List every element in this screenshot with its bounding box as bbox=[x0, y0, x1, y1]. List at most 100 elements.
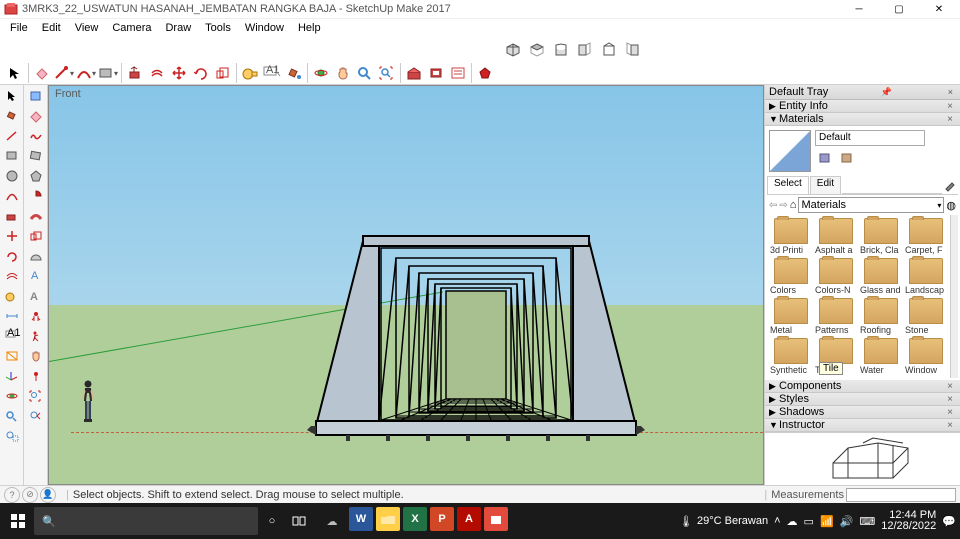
material-folder[interactable]: Colors-N bbox=[814, 257, 858, 296]
cortana-icon[interactable]: ○ bbox=[258, 507, 286, 535]
move-tool-icon[interactable] bbox=[168, 62, 190, 84]
taskbar-search[interactable]: 🔍 bbox=[34, 507, 258, 535]
view-front-icon[interactable] bbox=[550, 39, 572, 61]
text-tool-icon[interactable]: A1 bbox=[261, 62, 283, 84]
menu-window[interactable]: Window bbox=[239, 21, 290, 35]
taskbar-clock[interactable]: 12:44 PM 12/28/2022 bbox=[881, 510, 936, 532]
move2-icon[interactable] bbox=[2, 227, 22, 245]
3dtext-icon[interactable]: A bbox=[26, 287, 46, 305]
entity-info-header[interactable]: ▶Entity Info× bbox=[765, 100, 960, 113]
signin-icon[interactable]: 👤 bbox=[40, 487, 56, 503]
paint-icon[interactable] bbox=[2, 107, 22, 125]
materials-combo[interactable]: Materials▾ bbox=[798, 197, 944, 213]
orbit-tool-icon[interactable] bbox=[310, 62, 332, 84]
offset2-icon[interactable] bbox=[2, 267, 22, 285]
polygon-icon[interactable] bbox=[26, 167, 46, 185]
scale-tool-icon[interactable] bbox=[212, 62, 234, 84]
section-icon[interactable] bbox=[2, 347, 22, 365]
select-icon[interactable] bbox=[2, 87, 22, 105]
app-cloud-icon[interactable]: ☁ bbox=[318, 507, 346, 535]
details-icon[interactable]: ◍ bbox=[946, 199, 956, 212]
material-swatch[interactable] bbox=[769, 130, 811, 172]
rect-icon[interactable] bbox=[2, 147, 22, 165]
shadows-header[interactable]: ▶Shadows× bbox=[765, 406, 960, 419]
zoom-extents-icon[interactable] bbox=[376, 62, 398, 84]
panel-close-icon[interactable]: × bbox=[944, 101, 956, 112]
nav-fwd-icon[interactable]: ⇨ bbox=[779, 200, 787, 211]
sample-paint-icon[interactable] bbox=[942, 176, 958, 194]
tray-header[interactable]: Default Tray 📌 × bbox=[765, 85, 960, 100]
followme-icon[interactable] bbox=[26, 207, 46, 225]
zoom2-icon[interactable] bbox=[2, 407, 22, 425]
menu-file[interactable]: File bbox=[4, 21, 34, 35]
view-left-icon[interactable] bbox=[622, 39, 644, 61]
tape-tool-icon[interactable] bbox=[239, 62, 261, 84]
eraser-tool-icon[interactable] bbox=[31, 62, 53, 84]
app-sketchup-icon[interactable] bbox=[484, 507, 508, 531]
text2-icon[interactable]: A1 bbox=[2, 327, 22, 345]
material-folder[interactable]: Asphalt a bbox=[814, 217, 858, 256]
dim-icon[interactable] bbox=[2, 307, 22, 325]
orbit2-icon[interactable] bbox=[2, 387, 22, 405]
material-name-field[interactable]: Default bbox=[815, 130, 925, 146]
material-folder[interactable]: Carpet, F bbox=[904, 217, 948, 256]
scale2-icon[interactable] bbox=[26, 227, 46, 245]
default-material-icon[interactable] bbox=[837, 149, 857, 167]
create-material-icon[interactable] bbox=[815, 149, 835, 167]
menu-edit[interactable]: Edit bbox=[36, 21, 67, 35]
viewport[interactable]: Front bbox=[48, 85, 764, 485]
close-button[interactable]: ✕ bbox=[926, 1, 952, 17]
tray-chevron-icon[interactable]: ˄ bbox=[774, 515, 780, 527]
material-folder[interactable]: Stone bbox=[904, 297, 948, 336]
offset-tool-icon[interactable] bbox=[146, 62, 168, 84]
material-folder[interactable]: Roofing bbox=[859, 297, 903, 336]
materials-header[interactable]: ▼Materials× bbox=[765, 113, 960, 126]
material-folder[interactable]: Synthetic bbox=[769, 337, 813, 376]
warehouse-icon[interactable] bbox=[403, 62, 425, 84]
material-folder[interactable]: Metal bbox=[769, 297, 813, 336]
rotate2-icon[interactable] bbox=[2, 247, 22, 265]
material-folder[interactable]: Patterns bbox=[814, 297, 858, 336]
scrollbar[interactable] bbox=[950, 215, 958, 378]
wifi-icon[interactable]: 📶 bbox=[820, 515, 834, 528]
component-icon[interactable] bbox=[26, 87, 46, 105]
material-folder[interactable]: Brick, Cla bbox=[859, 217, 903, 256]
language-icon[interactable]: ⌨ bbox=[859, 515, 875, 528]
prev-icon[interactable] bbox=[26, 407, 46, 425]
pie-icon[interactable] bbox=[26, 187, 46, 205]
arc2-icon[interactable] bbox=[2, 187, 22, 205]
view-right-icon[interactable] bbox=[574, 39, 596, 61]
taskview-icon[interactable] bbox=[286, 507, 314, 535]
pan2-icon[interactable] bbox=[26, 347, 46, 365]
onedrive-icon[interactable]: ☁ bbox=[787, 515, 798, 528]
app-powerpoint-icon[interactable]: P bbox=[430, 507, 454, 531]
panel-close-icon[interactable]: × bbox=[944, 114, 956, 125]
home-icon[interactable]: ⌂ bbox=[790, 199, 797, 211]
axes-icon[interactable] bbox=[2, 367, 22, 385]
select-tool-icon[interactable] bbox=[4, 62, 26, 84]
menu-tools[interactable]: Tools bbox=[199, 21, 237, 35]
extension-icon[interactable] bbox=[425, 62, 447, 84]
app-excel-icon[interactable]: X bbox=[403, 507, 427, 531]
circle-icon[interactable] bbox=[2, 167, 22, 185]
material-folder[interactable]: Water bbox=[859, 337, 903, 376]
paint-tool-icon[interactable] bbox=[283, 62, 305, 84]
tape2-icon[interactable] bbox=[2, 287, 22, 305]
material-folder[interactable]: 3d Printi bbox=[769, 217, 813, 256]
nav-back-icon[interactable]: ⇦ bbox=[769, 200, 777, 211]
geo-icon[interactable]: ? bbox=[4, 487, 20, 503]
zoomwin-icon[interactable] bbox=[2, 427, 22, 445]
position-camera-icon[interactable] bbox=[26, 367, 46, 385]
lookaround-icon[interactable] bbox=[26, 307, 46, 325]
pushpull2-icon[interactable] bbox=[2, 207, 22, 225]
view-iso-icon[interactable] bbox=[502, 39, 524, 61]
menu-draw[interactable]: Draw bbox=[159, 21, 197, 35]
protractor-icon[interactable] bbox=[26, 247, 46, 265]
styles-header[interactable]: ▶Styles× bbox=[765, 393, 960, 406]
material-folder[interactable]: Colors bbox=[769, 257, 813, 296]
walk-icon[interactable] bbox=[26, 327, 46, 345]
layout-icon[interactable] bbox=[447, 62, 469, 84]
material-folder[interactable]: Window bbox=[904, 337, 948, 376]
menu-camera[interactable]: Camera bbox=[106, 21, 157, 35]
tab-edit[interactable]: Edit bbox=[810, 176, 841, 194]
